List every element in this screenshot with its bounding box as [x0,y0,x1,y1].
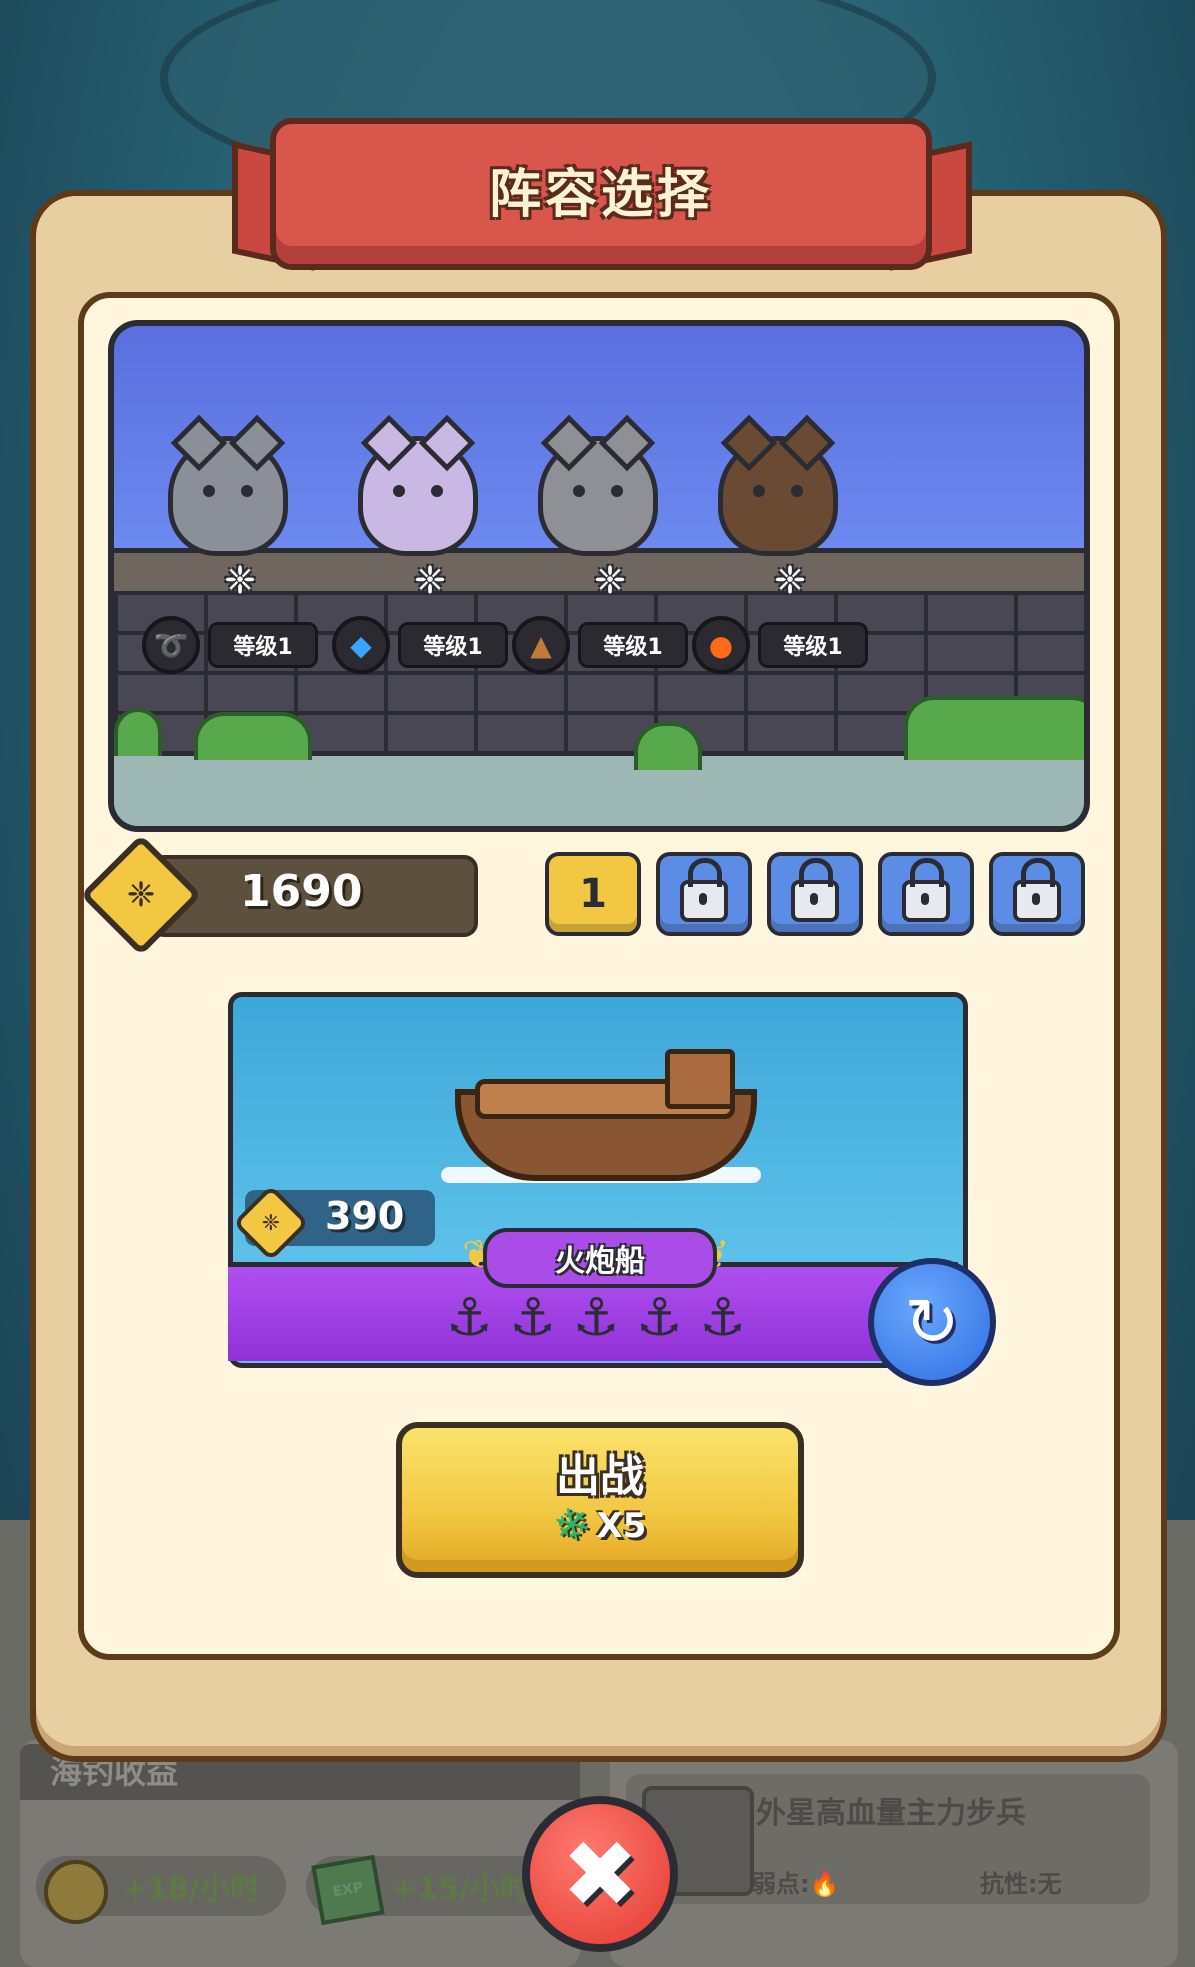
title-banner: 阵容选择 [270,118,932,270]
ship-star-rating: ⚓ ⚓ ⚓ ⚓ ⚓ [446,1286,746,1350]
battle-label: 出战 [556,1451,644,1502]
stone-floor [114,751,1084,826]
battle-cost: ❄ X5 [402,1496,798,1555]
anchor-icon: ⚓ [572,1288,620,1348]
anchor-icon: ⚓ [446,1288,493,1348]
coin-income-rate: +18/小时 [122,1872,260,1907]
hero-scene: ❈ ➰ 等级1 ❈ ◆ 等级1 ❈ ▲ 等级1 ❈ ● 等级1 [108,320,1090,832]
anchor-icon: ⚓ [509,1288,556,1348]
hero-character[interactable] [528,414,668,556]
refresh-icon: ↻ [904,1283,960,1361]
lock-icon [680,858,728,922]
lock-icon [1013,858,1061,922]
coin-icon [44,1860,108,1924]
bush [114,708,162,756]
paw-icon: ❈ [774,558,806,602]
exp-icon: EXP [311,1854,385,1926]
hero-character[interactable] [708,414,848,556]
locked-team-slot[interactable] [767,852,863,936]
hero-level-label: 等级1 [578,622,688,668]
locked-team-slot[interactable] [989,852,1085,936]
paw-icon: ❈ [224,558,256,602]
ship-name: 火炮船 [483,1228,717,1288]
team-slot-button[interactable]: 1 [545,852,641,936]
paw-icon: ❈ [414,558,446,602]
hero-level-label: 等级1 [208,622,318,668]
hero-slot: ❈ ● 等级1 [674,548,904,698]
fire-icon: 🔥 [809,1870,840,1898]
fire-element-icon: ● [692,616,750,674]
hero-level-label: 等级1 [758,622,868,668]
wind-element-icon: ➰ [142,616,200,674]
energy-icon: ❄ [547,1496,597,1555]
close-icon: ✖ [561,1820,639,1928]
lock-icon [902,858,950,922]
close-button[interactable]: ✖ [522,1796,678,1952]
enemy-weakness: 弱点:🔥 [752,1870,840,1898]
bush [194,712,312,760]
ship-price: 390 [325,1194,405,1238]
paw-icon: ❈ [594,558,626,602]
exp-income-rate: +15/小时 [392,1872,530,1907]
locked-team-slot[interactable] [656,852,752,936]
battle-button[interactable]: 出战 ❄ X5 [396,1422,804,1578]
refresh-ship-button[interactable]: ↻ [868,1258,996,1386]
dialog-title: 阵容选择 [488,165,713,225]
hero-level-label: 等级1 [398,622,508,668]
enemy-name: 外星高血量主力步兵 [756,1796,1026,1831]
bush [904,696,1084,760]
hero-character[interactable] [348,414,488,556]
bush [634,722,702,770]
locked-team-slot[interactable] [878,852,974,936]
lock-icon [791,858,839,922]
battle-cost-value: X5 [596,1505,647,1546]
hero-character[interactable] [158,414,298,556]
anchor-icon: ⚓ [699,1288,746,1348]
currency-value: 1690 [240,866,363,917]
cannon-ship-image [441,1049,761,1183]
enemy-resistance: 抗性:无 [980,1870,1062,1898]
earth-element-icon: ▲ [512,616,570,674]
water-element-icon: ◆ [332,616,390,674]
anchor-icon: ⚓ [636,1288,683,1348]
